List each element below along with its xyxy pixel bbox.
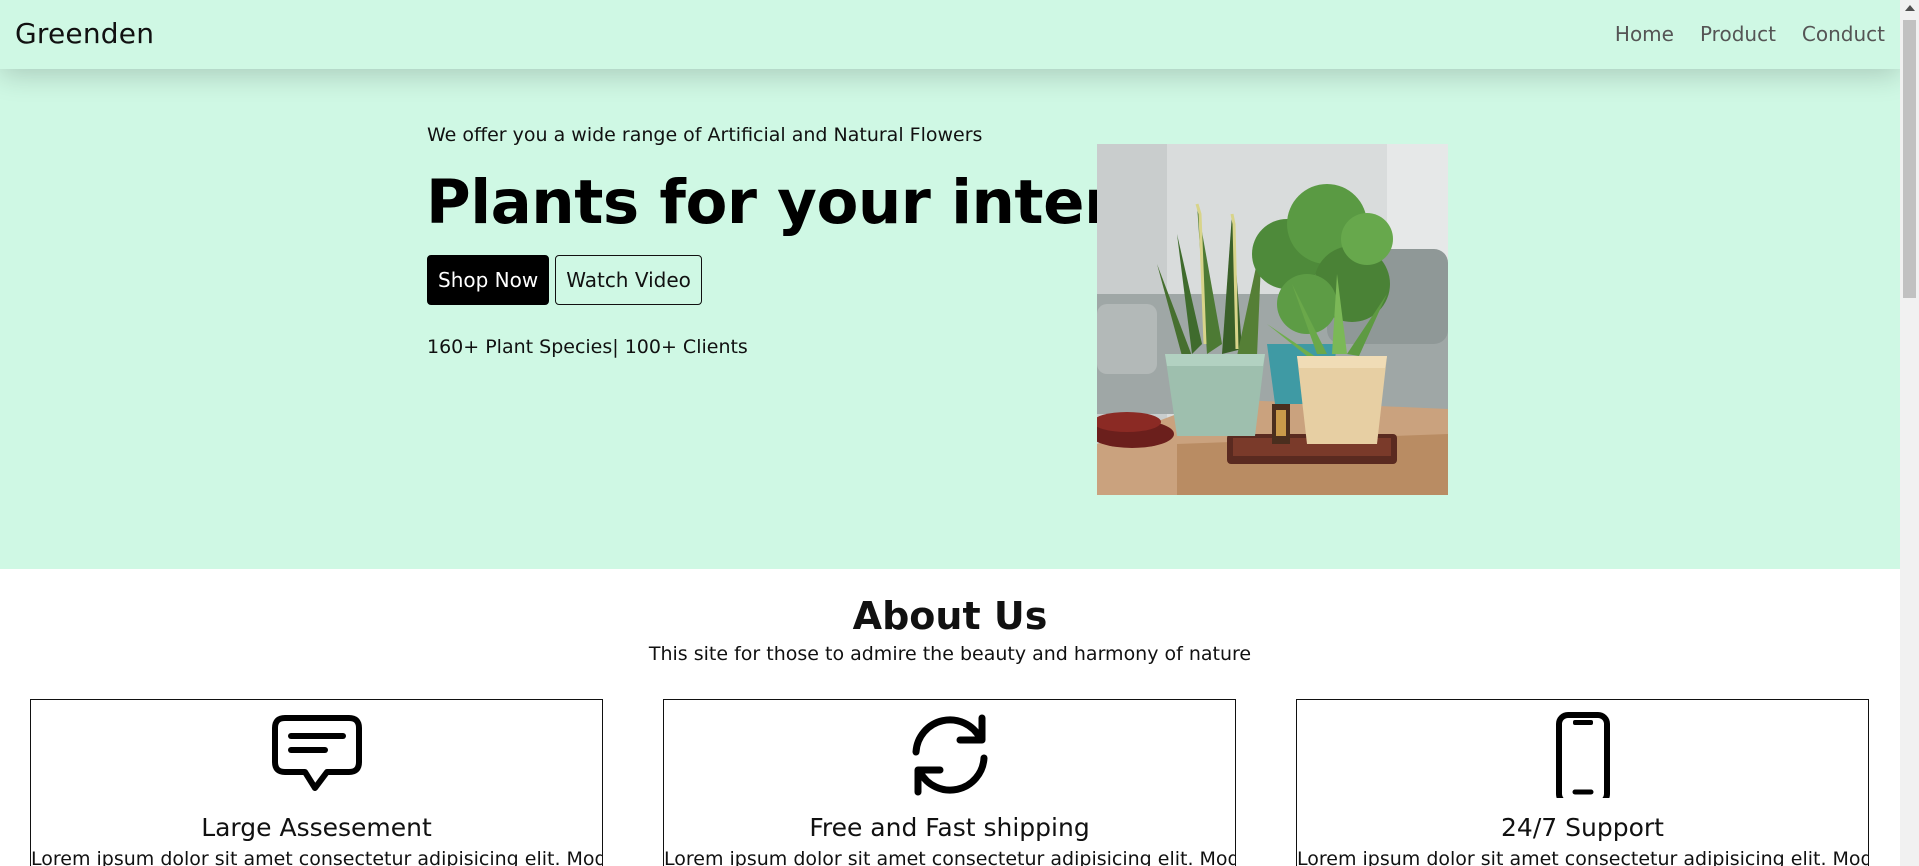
hero-buttons: Shop Now Watch Video: [427, 255, 702, 305]
chat-icon: [269, 712, 365, 798]
scroll-up-icon[interactable]: [1905, 5, 1915, 11]
nav-links: Home Product Conduct: [1615, 22, 1885, 46]
watch-video-button[interactable]: Watch Video: [555, 255, 702, 305]
nav-link-conduct[interactable]: Conduct: [1802, 22, 1885, 46]
brand-logo[interactable]: Greenden: [15, 17, 154, 50]
nav-link-product[interactable]: Product: [1700, 22, 1776, 46]
hero-subtitle: We offer you a wide range of Artificial …: [427, 124, 983, 146]
card-text: Lorem ipsum dolor sit amet consectetur a…: [664, 848, 1236, 866]
card-title: 24/7 Support: [1501, 813, 1664, 842]
hero-plant-image: [1097, 144, 1448, 495]
card-title: Large Assesement: [201, 813, 432, 842]
hero-stats: 160+ Plant Species| 100+ Clients: [427, 336, 748, 358]
card-text: Lorem ipsum dolor sit amet consectetur a…: [31, 848, 603, 866]
hero-section: We offer you a wide range of Artificial …: [0, 69, 1900, 569]
navbar: Greenden Home Product Conduct: [0, 0, 1900, 69]
shop-now-button[interactable]: Shop Now: [427, 255, 550, 305]
feature-card: Large Assesement Lorem ipsum dolor sit a…: [30, 699, 603, 866]
scroll-thumb[interactable]: [1903, 20, 1916, 298]
card-text: Lorem ipsum dolor sit amet consectetur a…: [1297, 848, 1869, 866]
vertical-scrollbar[interactable]: [1900, 0, 1919, 866]
hero-title: Plants for your interior: [426, 167, 1205, 238]
page: Greenden Home Product Conduct We offer y…: [0, 0, 1900, 866]
feature-card: Free and Fast shipping Lorem ipsum dolor…: [663, 699, 1236, 866]
phone-icon: [1535, 712, 1631, 806]
feature-cards: Large Assesement Lorem ipsum dolor sit a…: [30, 699, 1869, 866]
about-title: About Us: [852, 594, 1048, 638]
feature-card: 24/7 Support Lorem ipsum dolor sit amet …: [1296, 699, 1869, 866]
card-title: Free and Fast shipping: [809, 813, 1090, 842]
refresh-icon: [902, 712, 998, 798]
nav-link-home[interactable]: Home: [1615, 22, 1674, 46]
about-subtitle: This site for those to admire the beauty…: [648, 643, 1252, 665]
